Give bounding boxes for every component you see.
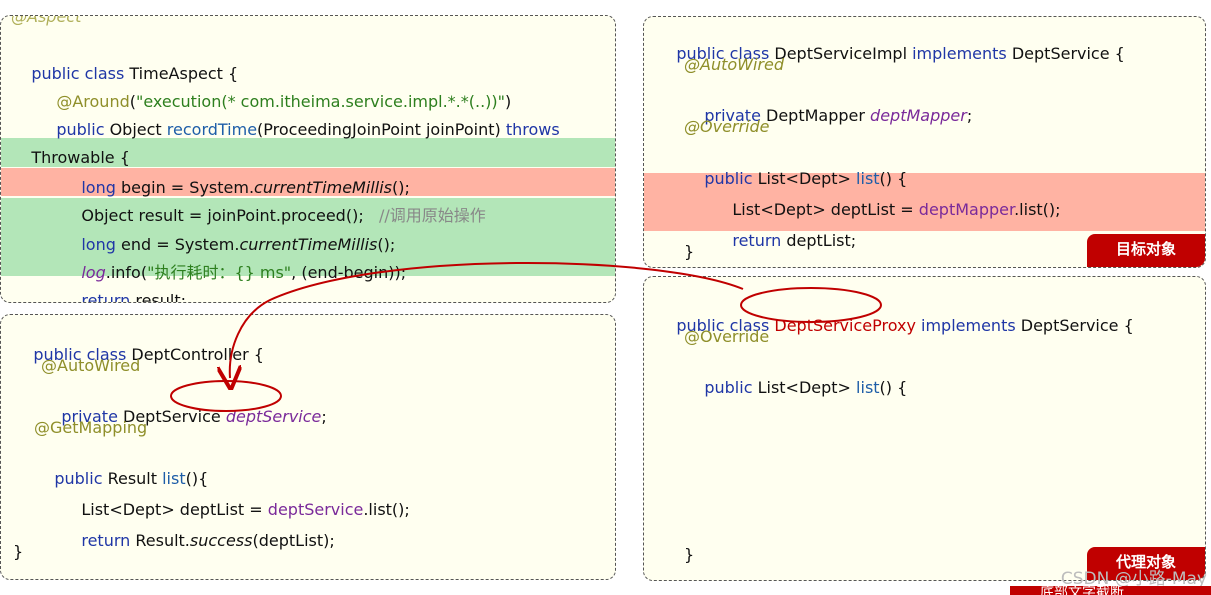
- code-text: Result.: [135, 531, 190, 550]
- return-line: return result;: [61, 271, 187, 303]
- closing-brace: }: [13, 542, 24, 561]
- autowired-annotation: @AutoWired: [684, 55, 784, 74]
- return-line: return deptList;: [712, 211, 857, 267]
- return-line: return Result.success(deptList);: [61, 511, 335, 571]
- closing-brace: }: [684, 545, 695, 564]
- code-text: , (end-begin));: [291, 263, 407, 282]
- target-object-tag: 目标对象: [1087, 234, 1205, 267]
- keyword: return: [81, 291, 136, 303]
- interface-name: DeptService {: [1011, 44, 1125, 63]
- keyword: return: [732, 231, 787, 250]
- autowired-annotation: @AutoWired: [41, 356, 141, 375]
- code-text: result;: [135, 291, 187, 303]
- time-aspect-code-panel: @Aspect public class TimeAspect { @Aroun…: [0, 15, 616, 303]
- keyword: throws: [505, 120, 560, 139]
- dept-service-field: deptService: [225, 407, 322, 426]
- override-annotation: @Override: [684, 117, 770, 136]
- code-text: .list();: [1014, 200, 1061, 219]
- class-name: DeptController {: [131, 345, 264, 364]
- impl-class-line: public class DeptServiceImpl implements …: [656, 24, 1125, 84]
- getmapping-annotation: @GetMapping: [34, 418, 148, 437]
- dept-controller-code-panel: public class DeptController { @AutoWired…: [0, 314, 616, 580]
- return-type: List<Dept>: [757, 378, 857, 397]
- list-method-line: public List<Dept> list() {: [684, 358, 907, 418]
- proxy-class-line: public class DeptServiceProxy implements…: [656, 296, 1134, 356]
- type: DeptMapper: [766, 106, 871, 125]
- method-name: list: [856, 378, 880, 397]
- keyword: return: [81, 531, 136, 550]
- code-text: () {: [879, 378, 908, 397]
- method-name: recordTime: [166, 120, 258, 139]
- aspect-annotation: @Aspect: [11, 15, 82, 26]
- dept-mapper-field: deptMapper: [918, 200, 1015, 219]
- code-text: (deptList);: [252, 531, 335, 550]
- interface-name: DeptService {: [1020, 316, 1134, 335]
- field-line: private DeptService deptService;: [41, 387, 327, 447]
- dept-service-impl-code-panel: public class DeptServiceImpl implements …: [643, 16, 1206, 268]
- cutoff-banner: 底部文字截断: [1010, 586, 1211, 595]
- keyword: implements: [912, 44, 1012, 63]
- dept-mapper-field: deptMapper: [870, 106, 967, 125]
- params: (ProceedingJoinPoint joinPoint): [257, 120, 506, 139]
- method-name: success: [189, 531, 253, 550]
- keyword: public: [704, 378, 758, 397]
- closing-brace: }: [684, 242, 695, 261]
- proxy-class-name: DeptServiceProxy: [774, 316, 916, 335]
- keyword: implements: [915, 316, 1021, 335]
- dept-service-proxy-code-panel: public class DeptServiceProxy implements…: [643, 276, 1206, 581]
- field-line: private DeptMapper deptMapper;: [684, 86, 972, 146]
- class-name: DeptServiceImpl: [774, 44, 913, 63]
- semicolon: ;: [966, 106, 973, 125]
- code-text: .list();: [363, 500, 410, 519]
- controller-class-line: public class DeptController {: [13, 325, 264, 385]
- override-annotation: @Override: [684, 327, 770, 346]
- code-text: deptList;: [786, 231, 857, 250]
- semicolon: ;: [321, 407, 327, 426]
